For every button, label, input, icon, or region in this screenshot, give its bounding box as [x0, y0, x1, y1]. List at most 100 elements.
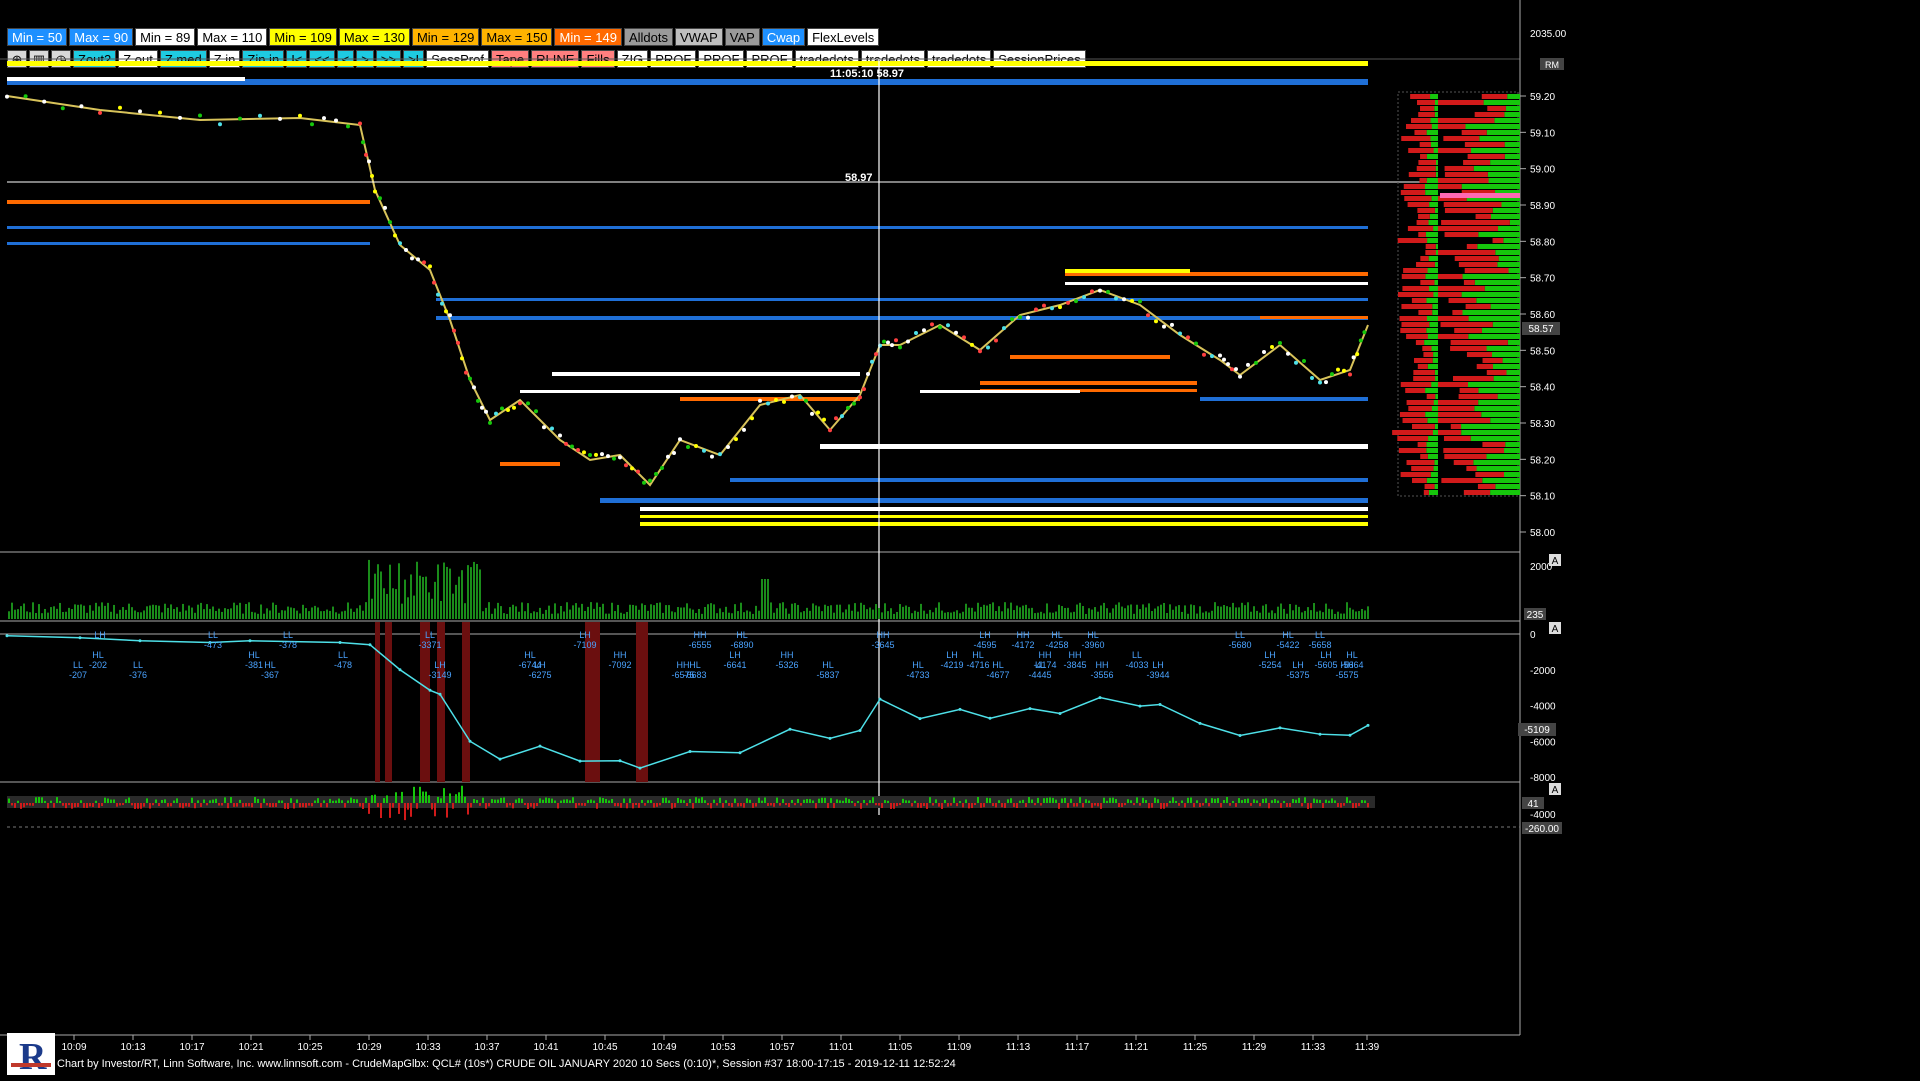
trade-dot [542, 425, 546, 430]
chart-canvas[interactable]: 59.2059.1059.0058.9058.8058.7058.6058.50… [0, 0, 1920, 1081]
delta-bar [386, 795, 388, 803]
volume-bar [242, 613, 244, 619]
delta-bar [1220, 803, 1222, 808]
trade-dot [1002, 326, 1006, 331]
profile-sell-bar [1466, 244, 1478, 249]
volume-bar [890, 608, 892, 619]
delta-bar [191, 797, 193, 803]
trade-dot [726, 445, 730, 450]
volume-bar [35, 613, 37, 619]
time-tick-label: 11:09 [947, 1042, 972, 1053]
delta-bar [734, 798, 736, 803]
volume-bar [1160, 604, 1162, 619]
volume-bar [92, 610, 94, 619]
trade-dot [444, 309, 448, 314]
volume-bar [1106, 608, 1108, 619]
delta-bar [359, 803, 361, 807]
trade-dot [774, 397, 778, 402]
volume-bar [467, 565, 469, 619]
trade-dot [1186, 335, 1190, 340]
time-tick-label: 10:09 [61, 1042, 86, 1053]
profile-buy-bar [1497, 226, 1520, 231]
volume-bar [1070, 612, 1072, 619]
profile-sell-bar [1458, 262, 1498, 267]
delta-bar [902, 798, 904, 803]
delta-bar [560, 800, 562, 803]
profile-sell-bar [1450, 424, 1462, 429]
delta-bar [296, 799, 298, 803]
delta-bar [356, 799, 358, 803]
volume-bar [1358, 611, 1360, 619]
delta-bar [785, 803, 787, 806]
volume-bar [1091, 609, 1093, 619]
volume-bar [17, 609, 19, 619]
delta-bar [398, 803, 400, 814]
swing-type-label: HH [1069, 650, 1082, 660]
profile-buy-bar [1478, 400, 1520, 405]
delta-bar [278, 800, 280, 803]
volume-bar [152, 604, 154, 619]
volume-bar [791, 603, 793, 619]
delta-bar [1121, 803, 1123, 808]
delta-bar [668, 800, 670, 803]
price-tick-label: 59.00 [1530, 165, 1555, 176]
session-sell-bar [1405, 124, 1432, 129]
delta-bar [455, 794, 457, 803]
session-sell-bar [1405, 388, 1426, 393]
volume-bar [179, 611, 181, 619]
trade-dot [506, 407, 510, 412]
delta-bar [641, 799, 643, 803]
delta-bar [620, 803, 622, 808]
delta-bar [458, 792, 460, 803]
profile-sell-bar [1476, 364, 1494, 369]
delta-bar [32, 803, 34, 806]
session-buy-bar [1432, 358, 1438, 363]
delta-bar [896, 803, 898, 807]
delta-bar [1289, 803, 1291, 807]
volume-bar [1190, 604, 1192, 619]
swing-value-label: -3556 [1090, 670, 1113, 680]
swing-type-label: LL [1035, 660, 1045, 670]
cvd-line [6, 635, 1369, 769]
volume-a-label: A [1552, 556, 1559, 567]
volume-bar [521, 602, 523, 619]
volume-bar [389, 564, 391, 619]
volume-bar [116, 613, 118, 619]
session-sell-bar [1418, 232, 1426, 237]
volume-bar [662, 612, 664, 619]
delta-bar [521, 798, 523, 803]
swing-value-label: -4258 [1045, 640, 1068, 650]
swing-type-label: HL [264, 660, 276, 670]
delta-current-label: 41 [1527, 799, 1539, 810]
trade-dot [894, 338, 898, 343]
session-sell-bar [1407, 202, 1430, 207]
volume-bar [47, 612, 49, 619]
volume-bar [257, 613, 259, 619]
volume-bar [245, 604, 247, 619]
liquidity-band [640, 507, 1368, 511]
delta-bar [167, 803, 169, 807]
volume-bar [548, 605, 550, 619]
session-sell-bar [1401, 304, 1433, 309]
profile-buy-bar [1467, 382, 1520, 387]
volume-bar [893, 613, 895, 619]
profile-buy-bar [1461, 424, 1520, 429]
volume-bar [518, 611, 520, 619]
session-buy-bar [1431, 382, 1438, 387]
volume-bar [851, 610, 853, 619]
session-sell-bar [1413, 184, 1425, 189]
volume-bar [596, 602, 598, 619]
volume-bar [68, 607, 70, 619]
trade-dot [1262, 350, 1266, 355]
delta-bar [176, 798, 178, 803]
volume-bar [350, 608, 352, 619]
session-buy-bar [1431, 406, 1438, 411]
delta-bar [839, 800, 841, 803]
delta-bar [179, 803, 181, 808]
delta-bar [710, 803, 712, 809]
session-buy-bar [1434, 262, 1438, 267]
session-buy-bar [1435, 376, 1438, 381]
liquidity-band [7, 61, 1368, 66]
delta-bar [482, 797, 484, 803]
profile-buy-bar [1497, 394, 1520, 399]
